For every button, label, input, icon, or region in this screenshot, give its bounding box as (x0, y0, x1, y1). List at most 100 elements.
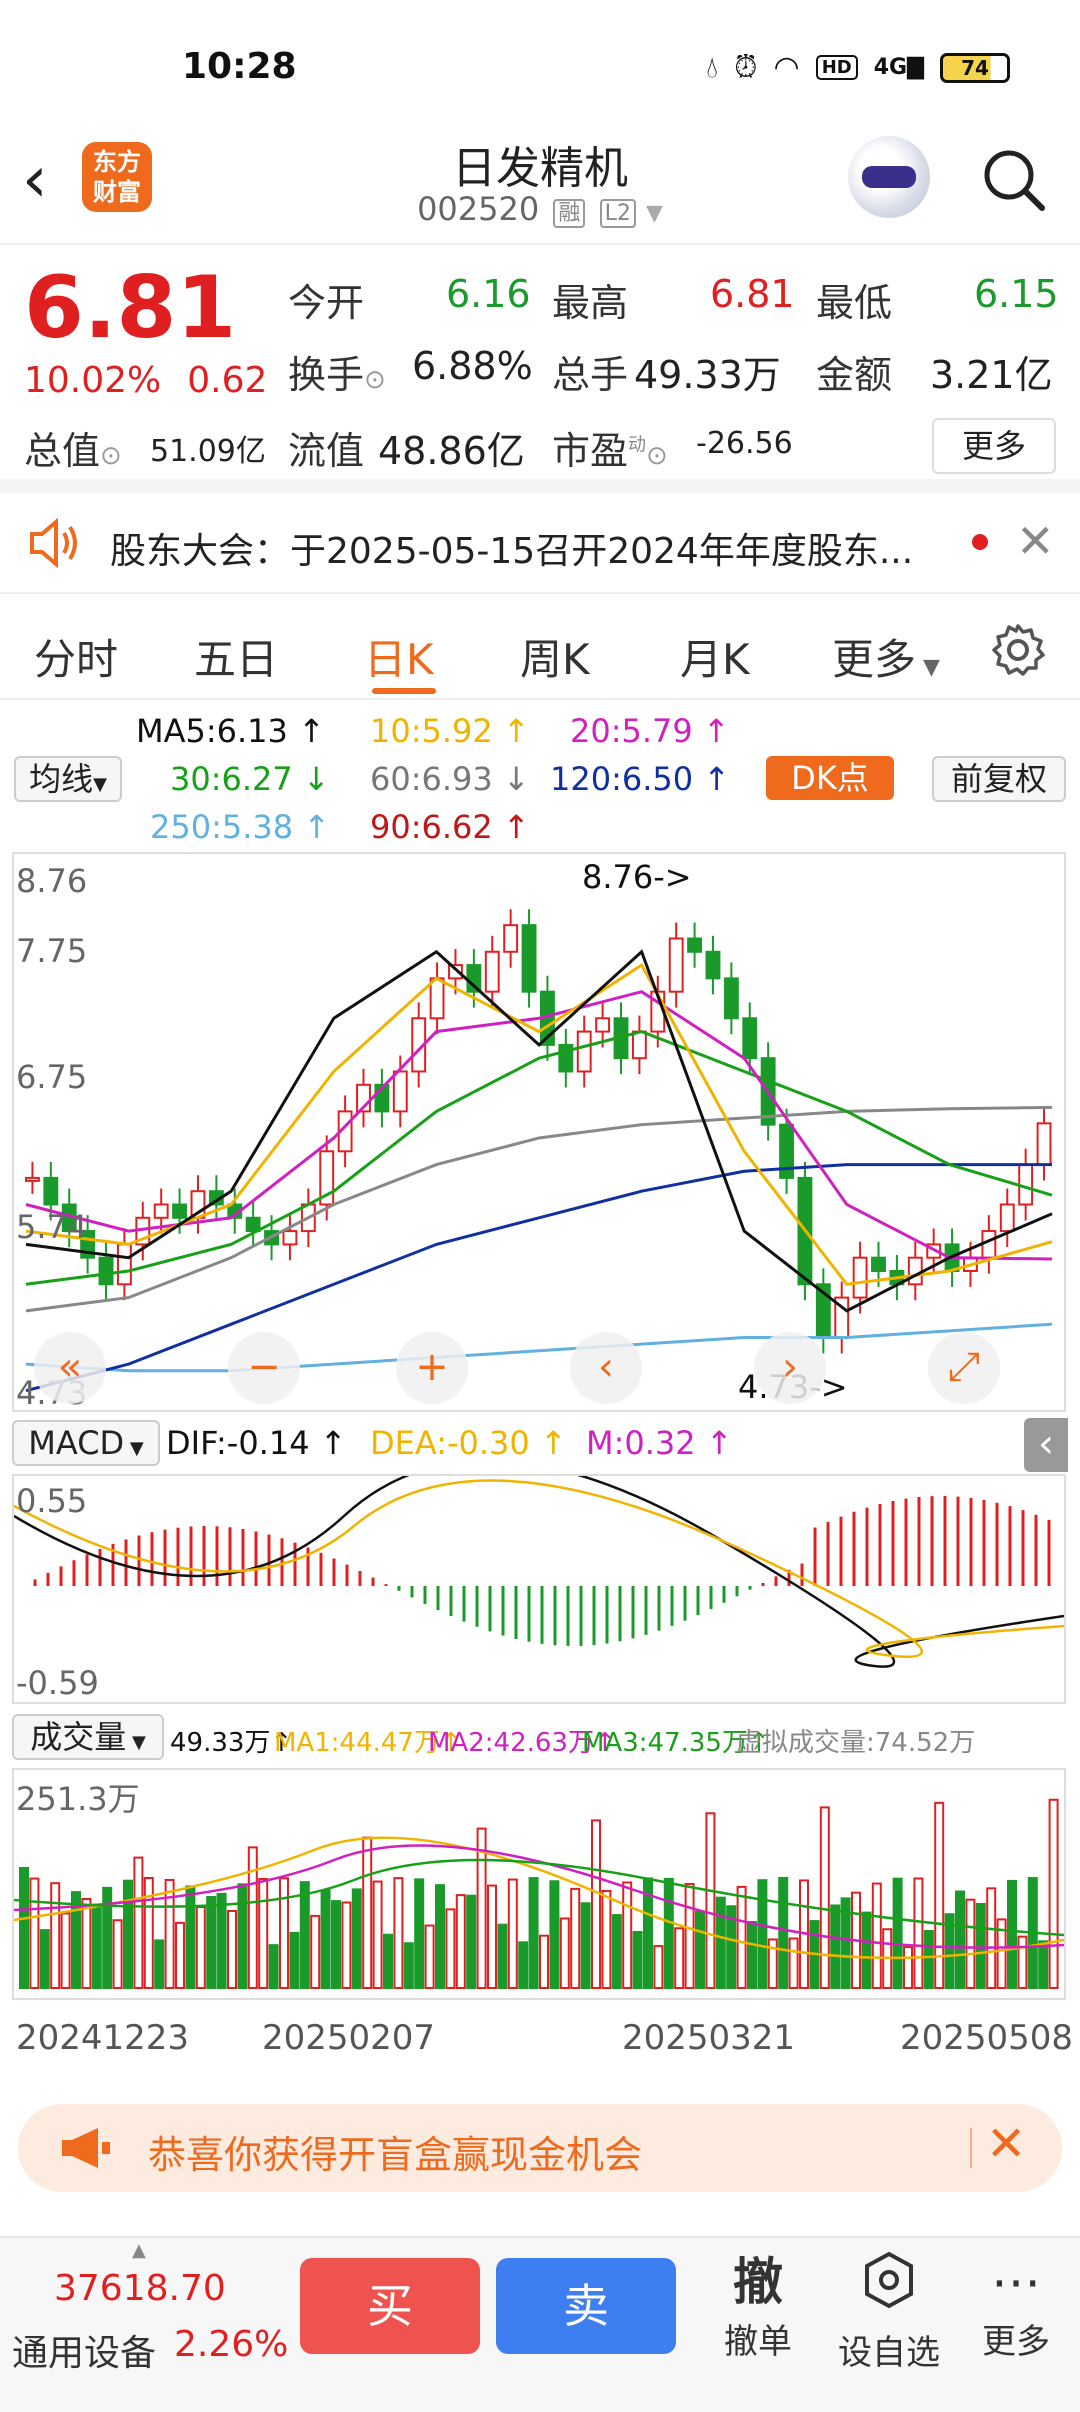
hexagon-icon (834, 2250, 944, 2325)
sell-button[interactable]: 卖 (496, 2258, 676, 2354)
status-bar: 10:28 💧︎ ⏰︎ ◠ HD 4G▇ 74 (0, 0, 1080, 140)
indicator-selector[interactable]: 均线▼ (14, 756, 122, 802)
active-tab-underline (372, 688, 436, 694)
candle-body (687, 937, 703, 953)
sector-name[interactable]: 通用设备 (12, 2324, 156, 2376)
ma5-legend: MA5:6.13 ↑ (136, 712, 325, 750)
open-row: 今开 (288, 272, 364, 327)
volume-bar (237, 1883, 248, 1989)
tab-monthly-k[interactable]: 月K (680, 626, 750, 687)
expand-arrow-icon[interactable]: ▲ (132, 2240, 146, 2261)
volume-bar (320, 1889, 331, 1989)
volume-bar (674, 1927, 685, 1989)
pe-dynamic-sup: 动 (628, 434, 647, 456)
macd-chart[interactable]: 0.55 -0.59 (12, 1459, 1066, 1704)
close-icon[interactable]: ✕ (986, 2116, 1026, 2172)
add-watchlist-button[interactable]: 设自选 (834, 2250, 944, 2374)
candle-body (521, 924, 537, 993)
turnover-value: 6.88% (412, 344, 533, 388)
mcap-label[interactable]: 总值⊙ (24, 420, 122, 475)
macd-y-top: 0.55 (16, 1482, 88, 1520)
volume-bar (268, 1944, 279, 1990)
macd-selector[interactable]: MACD ▼ (12, 1420, 160, 1466)
ma20-text: 20:5.79 (570, 712, 693, 750)
volume-bar (580, 1902, 591, 1989)
tab-weekly-k[interactable]: 周K (520, 626, 590, 687)
buy-button[interactable]: 买 (300, 2258, 480, 2354)
volume-bar (185, 1885, 196, 1989)
volume-bar (39, 1929, 50, 1989)
volume-bar (632, 1930, 643, 1989)
volume-bar (154, 1939, 165, 1989)
gear-icon[interactable] (990, 622, 1046, 678)
info-dots-icon: ⊙ (100, 441, 122, 471)
volume-bar (965, 1898, 976, 1989)
search-icon[interactable] (980, 146, 1046, 212)
notice-bar[interactable]: 股东大会：于2025-05-15召开2024年年度股东... ✕ (0, 494, 1080, 594)
close-icon[interactable]: ✕ (1016, 514, 1055, 568)
more-quote-button[interactable]: 更多 (932, 418, 1056, 474)
speaker-icon (30, 518, 77, 568)
macd-svg (13, 1459, 1065, 1668)
macd-dif-text: DIF:-0.14 (166, 1424, 310, 1462)
volume-bar (351, 1888, 362, 1989)
turnover-label[interactable]: 换手⊙ (288, 344, 386, 399)
volume-bar (445, 1908, 456, 1989)
fullscreen-icon[interactable]: ⤢ (928, 1332, 1000, 1404)
candlestick-chart[interactable]: 8.76 7.75 6.75 5.74 4.73 8.76-> 4.73-> «… (12, 852, 1066, 1412)
turnover-label-text: 换手 (288, 353, 365, 397)
notice-text: 股东大会：于2025-05-15召开2024年年度股东... (110, 531, 914, 572)
ma10-text: 10:5.92 (370, 712, 493, 750)
volume-bar (705, 1812, 716, 1989)
candle-body (116, 1243, 132, 1286)
volume-bar (123, 1879, 133, 1989)
scroll-left-button[interactable]: ‹ (570, 1332, 642, 1404)
adjust-price-button[interactable]: 前复权 (932, 756, 1066, 802)
volume-selector[interactable]: 成交量 ▼ (12, 1714, 164, 1760)
date-label-2: 20250207 (262, 2018, 436, 2058)
wifi-icon: ◠ (773, 50, 800, 85)
volume-bar (892, 1877, 903, 1989)
sector-index-value[interactable]: 37618.70 (54, 2268, 226, 2309)
ma120-legend: 120:6.50 ↑ (550, 760, 731, 798)
tab-more[interactable]: 更多 ▼ (832, 626, 940, 687)
change-percent: 10.02% (24, 360, 162, 401)
dk-point-button[interactable]: DK点 (766, 756, 894, 800)
promo-banner[interactable]: 恭喜你获得开盲盒赢现金机会 ✕ (18, 2104, 1062, 2192)
volume-bar (830, 1904, 841, 1989)
tab-five-day[interactable]: 五日 (194, 626, 278, 687)
tab-intraday[interactable]: 分时 (34, 626, 118, 687)
change-amount: 0.62 (187, 360, 268, 401)
volume-bar (331, 1900, 341, 1989)
candle-body (25, 1176, 40, 1182)
assistant-robot-icon[interactable] (848, 136, 930, 218)
tab-daily-k[interactable]: 日K (364, 626, 434, 687)
scroll-left-fast-button[interactable]: « (34, 1332, 106, 1404)
volume-bar (622, 1881, 633, 1989)
volume-bar (986, 1887, 997, 1989)
cancel-order-button[interactable]: 撤 撤单 (718, 2250, 798, 2363)
zoom-out-button[interactable]: − (228, 1332, 300, 1404)
more-menu-button[interactable]: ⋯ 更多 (976, 2250, 1056, 2363)
candle-body (852, 1256, 868, 1299)
volume-chart[interactable]: 251.3万 (12, 1768, 1066, 2000)
volume-bar (1048, 1798, 1059, 1989)
y-axis-label-2: 7.75 (16, 932, 88, 970)
chevron-down-icon: ▼ (126, 1732, 146, 1753)
collapse-panel-button[interactable]: ‹ (1024, 1418, 1068, 1472)
amount-label: 金额 (816, 353, 893, 397)
promo-divider (970, 2128, 972, 2168)
volume-bar (216, 1892, 227, 1989)
volume-bar (175, 1921, 185, 1990)
volume-bar (289, 1931, 300, 1989)
zoom-in-button[interactable]: + (396, 1332, 468, 1404)
pe-label[interactable]: 市盈动⊙ (552, 420, 668, 475)
volume-bar (975, 1903, 986, 1989)
volume-bar (227, 1909, 237, 1990)
signal-icon: 4G▇ (873, 55, 924, 80)
volume-bar (591, 1819, 601, 1990)
date-label-1: 20241223 (16, 2018, 190, 2058)
ma20-legend: 20:5.79 ↑ (570, 712, 730, 750)
candle-body (576, 1030, 592, 1073)
scroll-right-button[interactable]: › (754, 1332, 826, 1404)
